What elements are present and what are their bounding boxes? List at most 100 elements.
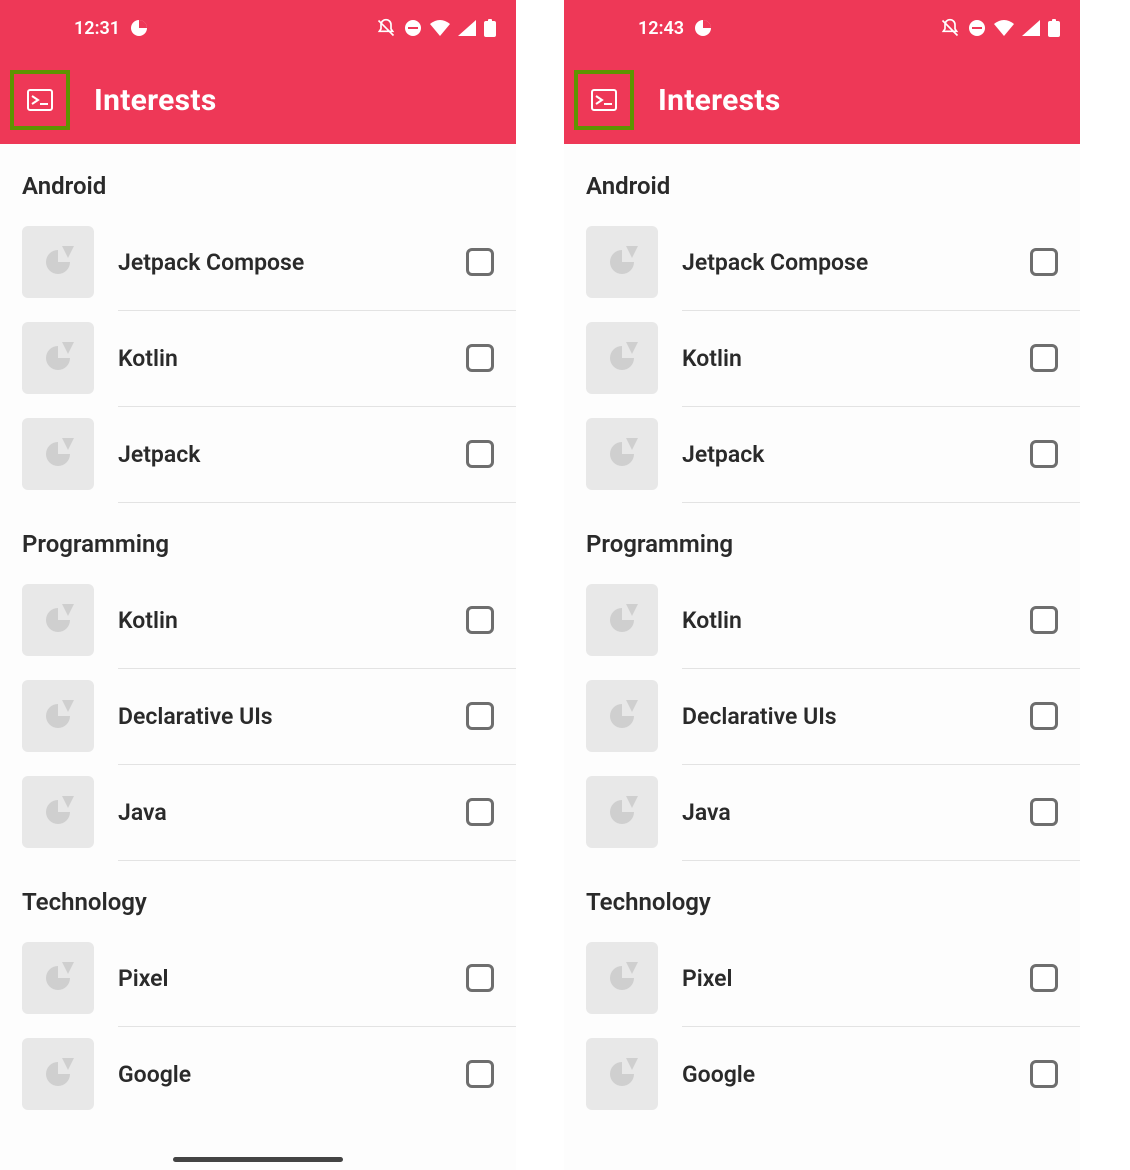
item-checkbox[interactable] — [466, 606, 494, 634]
app-title: Interests — [94, 83, 217, 118]
battery-icon — [1048, 19, 1060, 37]
section-header-programming: Programming — [564, 502, 1080, 572]
item-thumb-icon — [22, 942, 94, 1014]
content-list[interactable]: Android Jetpack Compose Kotlin Jetpack — [564, 144, 1080, 1170]
wifi-icon — [994, 20, 1014, 36]
item-label: Declarative UIs — [658, 703, 1030, 730]
section-technology: Pixel Google — [564, 930, 1080, 1122]
list-item[interactable]: Pixel — [0, 930, 516, 1026]
phone-right: 12:43 — [564, 0, 1080, 1170]
item-checkbox[interactable] — [466, 964, 494, 992]
home-indicator[interactable] — [173, 1157, 343, 1162]
nav-drawer-button[interactable] — [574, 70, 634, 130]
list-item[interactable]: Jetpack Compose — [564, 214, 1080, 310]
item-thumb-icon — [22, 776, 94, 848]
item-label: Jetpack Compose — [658, 249, 1030, 276]
section-technology: Pixel Google — [0, 930, 516, 1122]
item-checkbox[interactable] — [466, 248, 494, 276]
section-header-technology: Technology — [564, 860, 1080, 930]
item-thumb-icon — [586, 418, 658, 490]
item-checkbox[interactable] — [466, 1060, 494, 1088]
status-time: 12:43 — [638, 18, 684, 39]
list-item[interactable]: Jetpack — [0, 406, 516, 502]
item-checkbox[interactable] — [1030, 798, 1058, 826]
app-title: Interests — [658, 83, 781, 118]
item-thumb-icon — [586, 1038, 658, 1110]
list-item[interactable]: Jetpack Compose — [0, 214, 516, 310]
list-item[interactable]: Java — [564, 764, 1080, 860]
item-checkbox[interactable] — [1030, 964, 1058, 992]
dnd-icon — [940, 18, 960, 38]
section-header-technology: Technology — [0, 860, 516, 930]
item-checkbox[interactable] — [466, 344, 494, 372]
item-label: Pixel — [94, 965, 466, 992]
item-thumb-icon — [22, 418, 94, 490]
app-indicator-icon — [694, 19, 712, 37]
content-list[interactable]: Android Jetpack Compose Kotlin Jetpack — [0, 144, 516, 1170]
item-label: Kotlin — [94, 607, 466, 634]
item-thumb-icon — [586, 226, 658, 298]
item-checkbox[interactable] — [1030, 702, 1058, 730]
app-bar: Interests — [0, 56, 516, 144]
dnd-icon — [376, 18, 396, 38]
list-item[interactable]: Kotlin — [0, 572, 516, 668]
list-item[interactable]: Google — [0, 1026, 516, 1122]
item-thumb-icon — [22, 322, 94, 394]
section-android: Jetpack Compose Kotlin Jetpack — [564, 214, 1080, 502]
item-label: Google — [658, 1061, 1030, 1088]
section-header-android: Android — [0, 144, 516, 214]
wifi-icon — [430, 20, 450, 36]
signal-icon — [458, 20, 476, 36]
status-bar: 12:31 — [0, 0, 516, 56]
item-checkbox[interactable] — [1030, 1060, 1058, 1088]
section-header-programming: Programming — [0, 502, 516, 572]
item-thumb-icon — [586, 776, 658, 848]
item-checkbox[interactable] — [1030, 248, 1058, 276]
section-programming: Kotlin Declarative UIs Java — [0, 572, 516, 860]
signal-icon — [1022, 20, 1040, 36]
item-label: Kotlin — [94, 345, 466, 372]
item-label: Kotlin — [658, 607, 1030, 634]
app-indicator-icon — [130, 19, 148, 37]
status-bar: 12:43 — [564, 0, 1080, 56]
item-label: Pixel — [658, 965, 1030, 992]
section-programming: Kotlin Declarative UIs Java — [564, 572, 1080, 860]
list-item[interactable]: Kotlin — [564, 572, 1080, 668]
section-header-android: Android — [564, 144, 1080, 214]
list-item[interactable]: Google — [564, 1026, 1080, 1122]
item-label: Jetpack — [658, 441, 1030, 468]
list-item[interactable]: Pixel — [564, 930, 1080, 1026]
item-checkbox[interactable] — [466, 702, 494, 730]
status-time: 12:31 — [74, 18, 120, 39]
item-label: Jetpack — [94, 441, 466, 468]
list-item[interactable]: Java — [0, 764, 516, 860]
item-thumb-icon — [22, 1038, 94, 1110]
item-label: Jetpack Compose — [94, 249, 466, 276]
nav-drawer-button[interactable] — [10, 70, 70, 130]
item-thumb-icon — [586, 680, 658, 752]
item-checkbox[interactable] — [466, 798, 494, 826]
item-label: Google — [94, 1061, 466, 1088]
section-android: Jetpack Compose Kotlin Jetpack — [0, 214, 516, 502]
list-item[interactable]: Declarative UIs — [0, 668, 516, 764]
list-item[interactable]: Kotlin — [564, 310, 1080, 406]
item-thumb-icon — [22, 226, 94, 298]
minus-circle-icon — [968, 19, 986, 37]
item-checkbox[interactable] — [466, 440, 494, 468]
item-thumb-icon — [586, 322, 658, 394]
item-label: Java — [94, 799, 466, 826]
item-label: Kotlin — [658, 345, 1030, 372]
item-label: Declarative UIs — [94, 703, 466, 730]
list-item[interactable]: Kotlin — [0, 310, 516, 406]
list-item[interactable]: Jetpack — [564, 406, 1080, 502]
item-thumb-icon — [586, 584, 658, 656]
minus-circle-icon — [404, 19, 422, 37]
battery-icon — [484, 19, 496, 37]
app-bar: Interests — [564, 56, 1080, 144]
item-thumb-icon — [22, 680, 94, 752]
item-checkbox[interactable] — [1030, 440, 1058, 468]
list-item[interactable]: Declarative UIs — [564, 668, 1080, 764]
item-checkbox[interactable] — [1030, 344, 1058, 372]
item-checkbox[interactable] — [1030, 606, 1058, 634]
phone-left: 12:31 — [0, 0, 516, 1170]
